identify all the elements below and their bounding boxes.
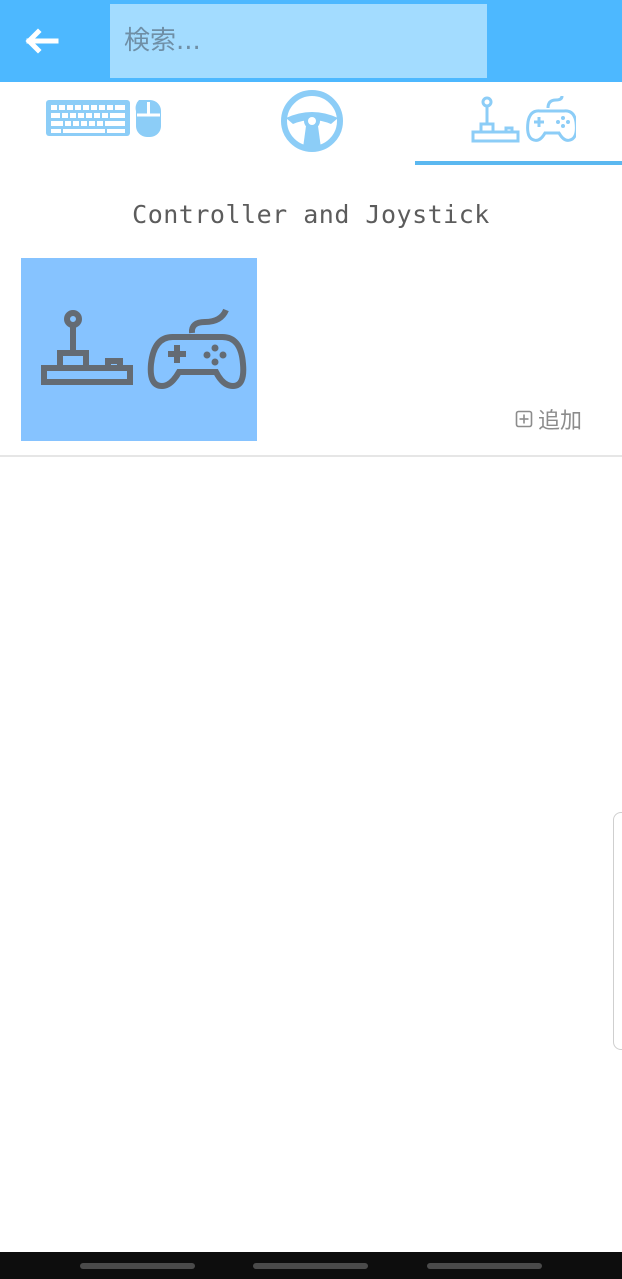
search-input[interactable]: [110, 4, 487, 78]
add-label: 追加: [538, 409, 583, 434]
controller-joystick-tile[interactable]: [21, 258, 257, 441]
top-app-bar: [0, 0, 622, 82]
category-tabs: [0, 82, 622, 168]
tab-steering-wheel[interactable]: [207, 82, 415, 168]
tab-indicator: [415, 161, 622, 165]
joystick-gamepad-icon: [41, 308, 247, 390]
home-button[interactable]: [253, 1263, 368, 1269]
system-back-button[interactable]: [427, 1263, 542, 1269]
section-divider: [0, 455, 622, 457]
edge-panel-handle[interactable]: [613, 812, 622, 1050]
add-button[interactable]: 追加: [515, 402, 582, 436]
keyboard-mouse-icon: [46, 100, 161, 137]
back-button[interactable]: [14, 18, 70, 64]
tab-keyboard-mouse[interactable]: [0, 82, 207, 168]
joystick-gamepad-icon: [471, 95, 576, 143]
plus-square-icon: [515, 410, 533, 428]
system-nav-bar: [0, 1252, 622, 1279]
section-title: Controller and Joystick: [132, 200, 490, 229]
arrow-left-icon: [25, 28, 59, 54]
steering-wheel-icon: [281, 90, 343, 152]
tab-joystick-gamepad[interactable]: [415, 82, 622, 168]
recent-apps-button[interactable]: [80, 1263, 195, 1269]
